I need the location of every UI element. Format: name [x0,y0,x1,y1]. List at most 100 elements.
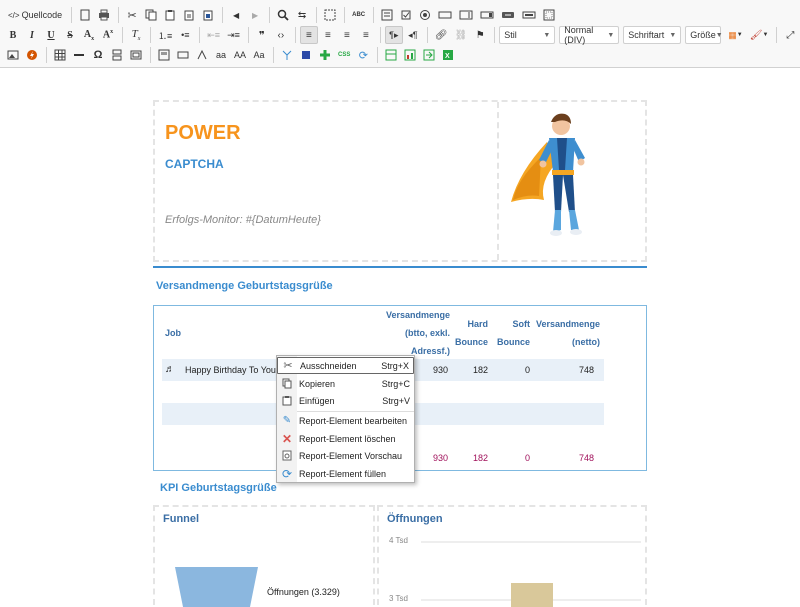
lowercase-button[interactable]: aa [212,46,230,64]
menu-item-copy[interactable]: Kopieren Strg+C [277,375,414,392]
hidden-field-button[interactable] [540,6,558,24]
menu-item-preview-element[interactable]: Report-Element Vorschau [277,447,414,464]
underline-button[interactable]: U [42,26,60,44]
new-page-button[interactable] [76,6,94,24]
redo-icon: ▶ [252,10,259,20]
superscript-button[interactable]: Ax [99,26,117,44]
source-button[interactable]: </> Quellcode [4,6,66,24]
special-char-button[interactable]: Ω [89,46,107,64]
hero-image-cell[interactable] [497,102,647,260]
col-header-job: Job [165,328,182,338]
print-button[interactable] [95,6,113,24]
capitalize-button[interactable]: Aa [250,46,268,64]
cut-button[interactable]: ✂ [123,6,141,24]
link-button[interactable]: 🔗︎ [432,26,451,44]
menu-item-delete-element[interactable]: ✕ Report-Element löschen [277,430,414,447]
form-button[interactable] [378,6,396,24]
blockquote-button[interactable]: ❞ [253,26,271,44]
refresh-button[interactable]: ⟳ [354,46,372,64]
css-button[interactable]: CSS [335,46,353,64]
remove-format-button[interactable]: Tx [127,26,145,44]
spellcheck-button[interactable]: ABC [349,6,368,24]
text-field-small-button[interactable] [174,46,192,64]
placeholder-button[interactable] [278,46,296,64]
image-button[interactable] [4,46,22,64]
format-select[interactable]: Normal (DIV) ▼ [559,25,620,45]
bg-color-button[interactable]: 🖌︎ ▼ [747,26,772,44]
copy-button[interactable] [142,6,160,24]
radio-button[interactable] [416,6,434,24]
flash-button[interactable] [23,46,41,64]
horizontal-rule-button[interactable] [70,46,88,64]
menu-item-cut[interactable]: ✂ Ausschneiden Strg+X [277,357,414,374]
outdent-button[interactable]: ⇤≡ [204,26,223,44]
strike-button[interactable]: S [61,26,79,44]
ltr-button[interactable]: ¶▸ [384,26,403,44]
paste-button[interactable] [161,6,179,24]
align-center-button[interactable]: ≡ [319,26,337,44]
align-right-button[interactable]: ≡ [338,26,356,44]
report-chart-icon [404,49,416,61]
col-header-hard-bounce: Hard [467,319,488,329]
styles-select[interactable]: Stil ▼ [499,26,556,44]
subscript-button[interactable]: Ax [80,26,98,44]
redo-button[interactable]: ▶ [246,6,264,24]
menu-item-paste[interactable]: Einfügen Strg+V [277,392,414,409]
templates-button[interactable] [155,46,173,64]
font-select[interactable]: Schriftart ▼ [623,26,682,44]
iframe-icon [130,50,142,60]
funnel-panel[interactable]: Funnel Öffnungen (3.329) [153,505,375,607]
unlink-button[interactable]: ⛓︎ [452,26,471,44]
code-button[interactable]: ‹› [272,26,290,44]
bold-button[interactable]: B [4,26,22,44]
button-field-button[interactable] [498,6,518,24]
insert-text-button[interactable] [193,46,211,64]
find-button[interactable] [274,6,292,24]
table-button[interactable] [51,46,69,64]
report-table-button[interactable] [382,46,400,64]
remove-format-icon: Tx [131,27,141,43]
copy-icon [277,378,297,389]
size-select[interactable]: Größe ▼ [685,26,723,44]
menu-item-label: Einfügen [299,395,335,406]
opens-panel[interactable]: Öffnungen 4 Tsd 3 Tsd [377,505,647,607]
numbered-list-button[interactable]: ⒈≡ [155,26,175,44]
report-chart-button[interactable] [401,46,419,64]
anchor-button[interactable]: ⚑ [471,26,489,44]
report-header[interactable]: POWER CAPTCHA Erfolgs-Monitor: #{DatumHe… [153,100,647,262]
music-note-icon: ♬ [165,364,175,375]
italic-button[interactable]: I [23,26,41,44]
bulleted-list-button[interactable]: •≡ [176,26,194,44]
select-field-button[interactable] [477,6,497,24]
add-element-button[interactable] [316,46,334,64]
uppercase-button[interactable]: AA [231,46,249,64]
maximize-button[interactable]: ⤢ [781,26,799,44]
image-button-field-button[interactable] [519,6,539,24]
rtl-button[interactable]: ◂¶ [404,26,422,44]
subscript-icon: Ax [83,28,95,42]
report-excel-button[interactable]: X [439,46,457,64]
report-export-button[interactable] [420,46,438,64]
menu-item-fill-element[interactable]: ⟳ Report-Element füllen [277,465,414,482]
indent-button[interactable]: ⇥≡ [224,26,243,44]
align-justify-button[interactable]: ≡ [357,26,375,44]
undo-button[interactable]: ◀ [227,6,245,24]
align-left-button[interactable]: ≡ [299,26,318,44]
text-color-button[interactable]: ▦ ▼ [725,26,745,44]
textfield-button[interactable] [435,6,455,24]
menu-item-edit-element[interactable]: ✎ Report-Element bearbeiten [277,412,414,429]
replace-button[interactable]: ⇆ [293,6,311,24]
success-monitor-text: Erfolgs-Monitor: #{DatumHeute} [165,214,321,226]
lowercase-icon: aa [215,50,226,60]
chevron-down-icon: ▼ [715,31,723,39]
paste-word-button[interactable] [199,6,217,24]
block-button[interactable] [297,46,315,64]
total-hard-bounce: 182 [472,453,488,463]
select-all-button[interactable] [321,6,339,24]
textarea-button[interactable] [456,6,476,24]
checkbox-button[interactable] [397,6,415,24]
cell-netto: 748 [578,365,594,375]
iframe-button[interactable] [127,46,145,64]
paste-text-button[interactable] [180,6,198,24]
page-break-button[interactable] [108,46,126,64]
